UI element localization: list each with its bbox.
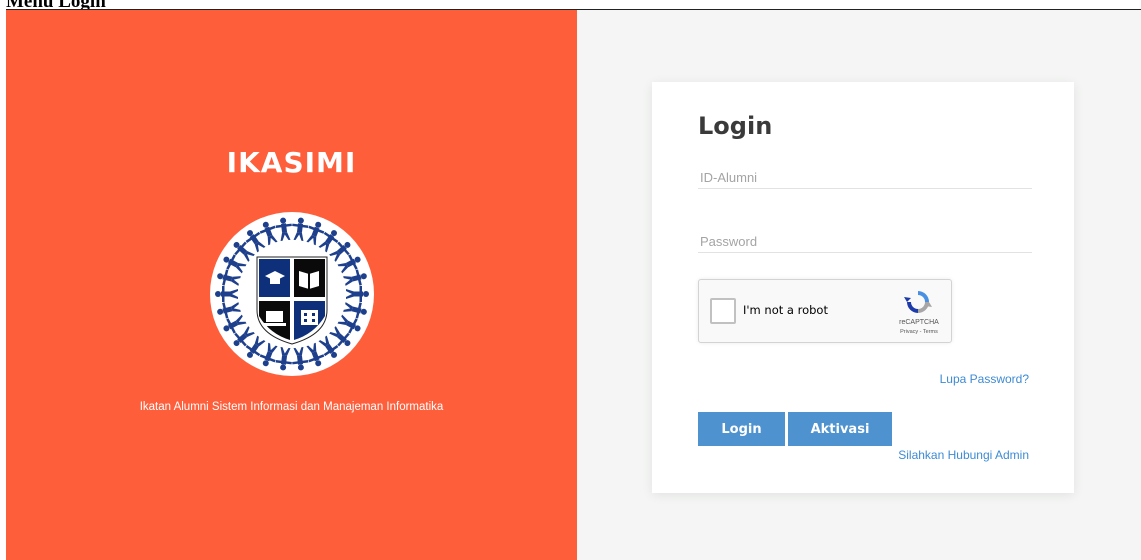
recaptcha-checkbox[interactable] xyxy=(710,298,736,324)
login-button[interactable]: Login xyxy=(698,412,785,446)
recaptcha-links[interactable]: Privacy - Terms xyxy=(889,329,949,335)
alumni-id-input[interactable] xyxy=(698,170,1032,189)
activate-button[interactable]: Aktivasi xyxy=(788,412,892,446)
contact-admin-link[interactable]: Silahkan Hubungi Admin xyxy=(898,448,1029,462)
recaptcha-label: I'm not a robot xyxy=(743,303,828,317)
password-input[interactable] xyxy=(698,234,1032,253)
brand-tagline: Ikatan Alumni Sistem Informasi dan Manaj… xyxy=(139,401,444,413)
brand-title: IKASIMI xyxy=(226,146,357,179)
ikasimi-emblem-icon xyxy=(210,212,374,376)
recaptcha-brand: reCAPTCHA xyxy=(899,319,939,326)
login-card: Login I'm not a robot reCAPTCHA Privacy … xyxy=(652,82,1074,493)
emblem-shield xyxy=(256,256,328,345)
recaptcha-widget: I'm not a robot reCAPTCHA Privacy - Term… xyxy=(698,279,952,343)
forgot-password-link[interactable]: Lupa Password? xyxy=(940,372,1029,386)
login-title: Login xyxy=(698,112,773,140)
recaptcha-icon xyxy=(904,291,932,313)
brand-panel: IKASIMI Ikatan Alumni Sistem Informasi d… xyxy=(6,10,577,560)
